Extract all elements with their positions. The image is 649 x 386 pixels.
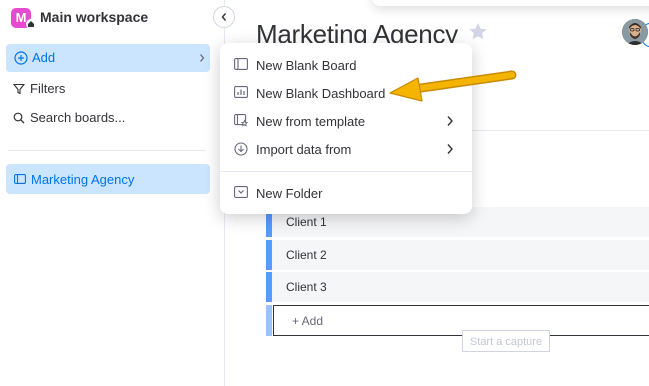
menu-item-label: New Blank Dashboard (256, 86, 386, 101)
annotation-arrow-icon (389, 70, 517, 102)
board-label: Marketing Agency (31, 172, 135, 187)
filters-button[interactable]: Filters (6, 76, 210, 102)
folder-icon (234, 186, 248, 198)
plus-circle-icon (14, 51, 28, 65)
search-boards-button[interactable]: Search boards... (6, 105, 210, 131)
add-item-label: + Add (292, 314, 324, 328)
filter-icon (13, 83, 25, 95)
table-row[interactable]: Client 2 (266, 240, 649, 270)
menu-item-new-folder[interactable]: New Folder (226, 180, 466, 206)
star-icon[interactable] (468, 22, 488, 41)
menu-item-label: New Blank Board (256, 58, 357, 73)
menu-divider (220, 171, 472, 172)
menu-item-label: New from template (256, 114, 366, 129)
add-label: Add (32, 50, 56, 65)
avatar[interactable] (622, 19, 648, 45)
item-name[interactable]: Client 3 (286, 280, 327, 294)
board-icon (234, 58, 248, 70)
floating-panel-edge (372, 0, 649, 6)
chevron-right-icon (447, 144, 453, 154)
add-item-input[interactable] (273, 305, 649, 336)
item-name[interactable]: Client 2 (286, 248, 327, 262)
main-divider (470, 130, 649, 131)
import-icon (234, 142, 248, 156)
chevron-right-icon (447, 116, 453, 126)
filters-label: Filters (30, 81, 66, 96)
group-color-bar (266, 305, 272, 336)
menu-item-import-data-from[interactable]: Import data from (226, 136, 466, 162)
group-color-bar (266, 240, 272, 270)
table-row[interactable]: Client 3 (266, 272, 649, 302)
search-boards-label: Search boards... (30, 110, 126, 125)
sidebar-item-marketing-agency[interactable]: Marketing Agency (6, 164, 210, 194)
menu-item-label: Import data from (256, 142, 352, 157)
group-color-bar (266, 272, 272, 302)
menu-item-new-from-template[interactable]: New from template (226, 108, 466, 134)
capture-tooltip: Start a capture (462, 330, 550, 352)
add-button[interactable]: Add (6, 44, 210, 72)
home-badge-icon (26, 19, 36, 29)
collapse-sidebar-button[interactable] (213, 6, 235, 28)
add-item-row[interactable]: + Add (266, 305, 649, 336)
sidebar-divider (8, 150, 206, 151)
dashboard-icon (234, 86, 248, 98)
template-icon (234, 114, 248, 127)
item-name[interactable]: Client 1 (286, 215, 327, 229)
workspace-name[interactable]: Main workspace (40, 8, 148, 26)
chevron-right-icon (200, 54, 205, 62)
chevron-left-icon (221, 13, 227, 21)
board-icon (14, 174, 26, 184)
menu-item-label: New Folder (256, 186, 323, 201)
search-icon (13, 112, 25, 124)
